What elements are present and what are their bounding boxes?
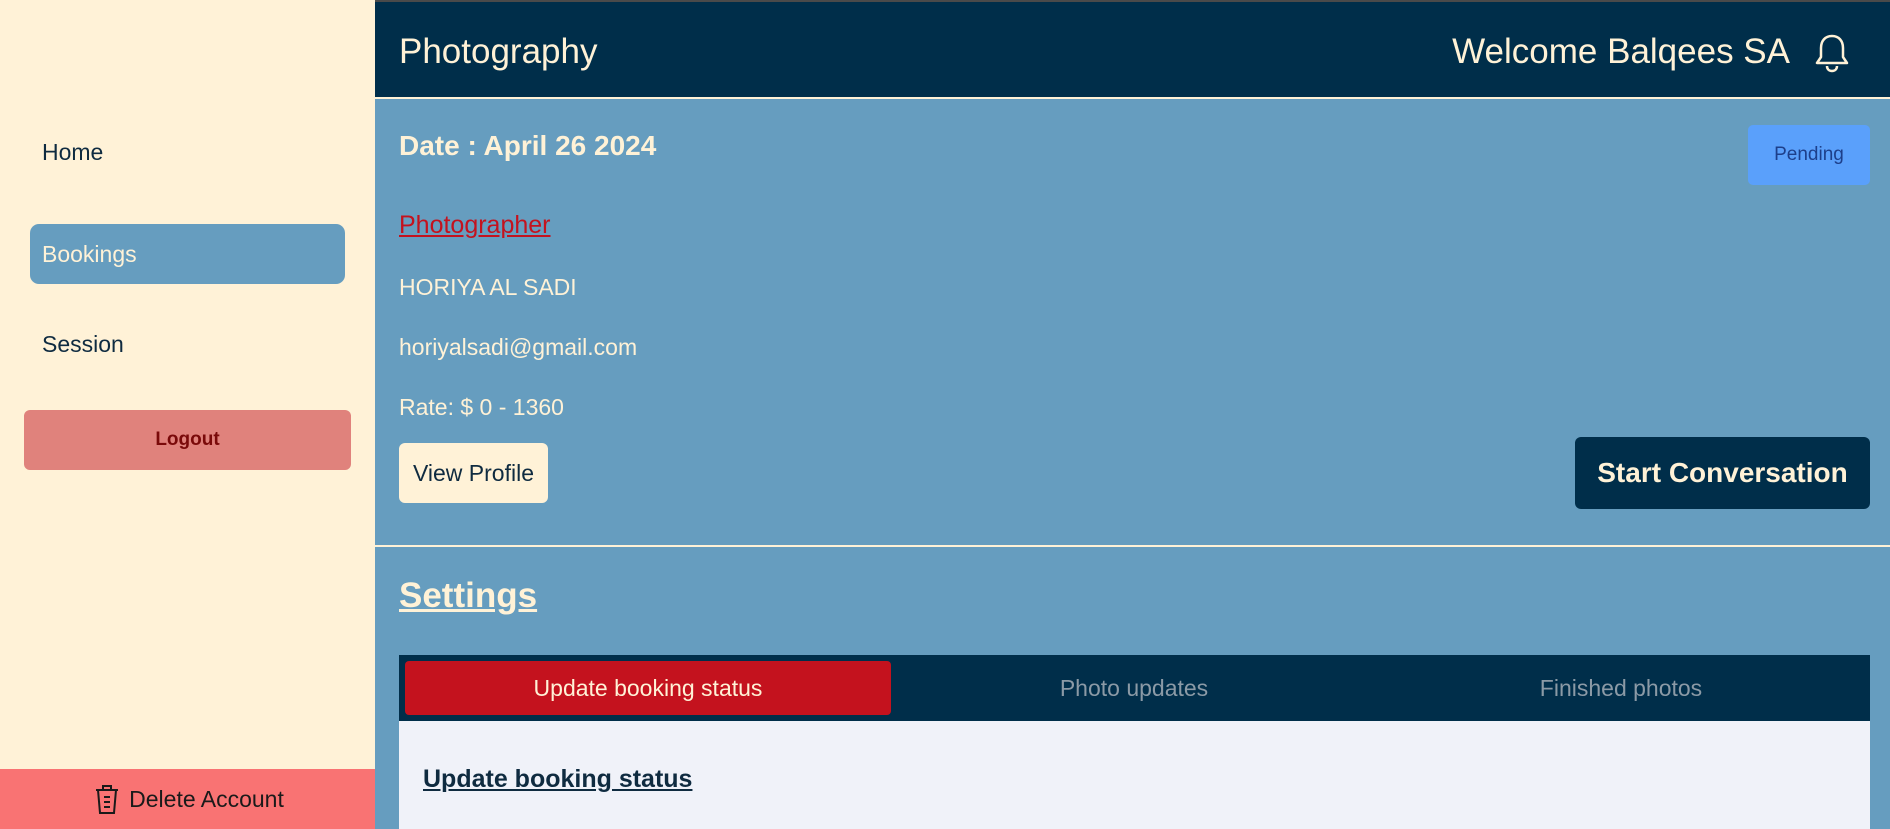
sidebar-item-label: Bookings: [42, 240, 137, 267]
main-content: Photography Welcome Balqees SA Date : Ap…: [375, 0, 1890, 829]
panel-title: Update booking status: [423, 765, 693, 793]
divider: [375, 545, 1890, 547]
settings-tabs: Update booking status Photo updates Fini…: [399, 655, 1870, 721]
delete-account-label: Delete Account: [129, 785, 284, 812]
photographer-name: HORIYA AL SADI: [399, 274, 577, 300]
rate-text: Rate: $ 0 - 1360: [399, 394, 564, 420]
bell-icon[interactable]: [1814, 32, 1850, 74]
settings-title: Settings: [399, 576, 538, 615]
app-title: Photography: [399, 32, 598, 71]
sidebar-item-label: Session: [42, 330, 124, 357]
welcome-text: Welcome Balqees SA: [1452, 32, 1790, 71]
logout-button[interactable]: Logout: [24, 410, 351, 470]
top-bar: Photography Welcome Balqees SA: [375, 0, 1890, 99]
sidebar-item-bookings[interactable]: Bookings: [30, 224, 345, 284]
status-badge: Pending: [1748, 125, 1870, 185]
photographer-email: horiyalsadi@gmail.com: [399, 334, 638, 360]
trash-icon: [96, 785, 119, 814]
booking-date: Date : April 26 2024: [399, 130, 656, 162]
delete-account-button[interactable]: Delete Account: [0, 769, 375, 829]
sidebar-item-label: Home: [42, 138, 104, 165]
start-conversation-button[interactable]: Start Conversation: [1575, 437, 1870, 509]
date-value: April 26 2024: [483, 130, 657, 161]
date-prefix: Date :: [399, 130, 484, 161]
tab-finished-photos[interactable]: Finished photos: [1378, 661, 1864, 715]
tab-photo-updates[interactable]: Photo updates: [891, 661, 1377, 715]
sidebar: Home Bookings Session Logout Delete Acco…: [0, 0, 375, 829]
view-profile-button[interactable]: View Profile: [399, 443, 548, 503]
settings-panel: Update booking status: [399, 721, 1870, 829]
tab-update-booking-status[interactable]: Update booking status: [405, 661, 891, 715]
photographer-link[interactable]: Photographer: [399, 211, 551, 240]
sidebar-item-session[interactable]: Session: [30, 314, 345, 374]
sidebar-item-home[interactable]: Home: [30, 122, 345, 182]
